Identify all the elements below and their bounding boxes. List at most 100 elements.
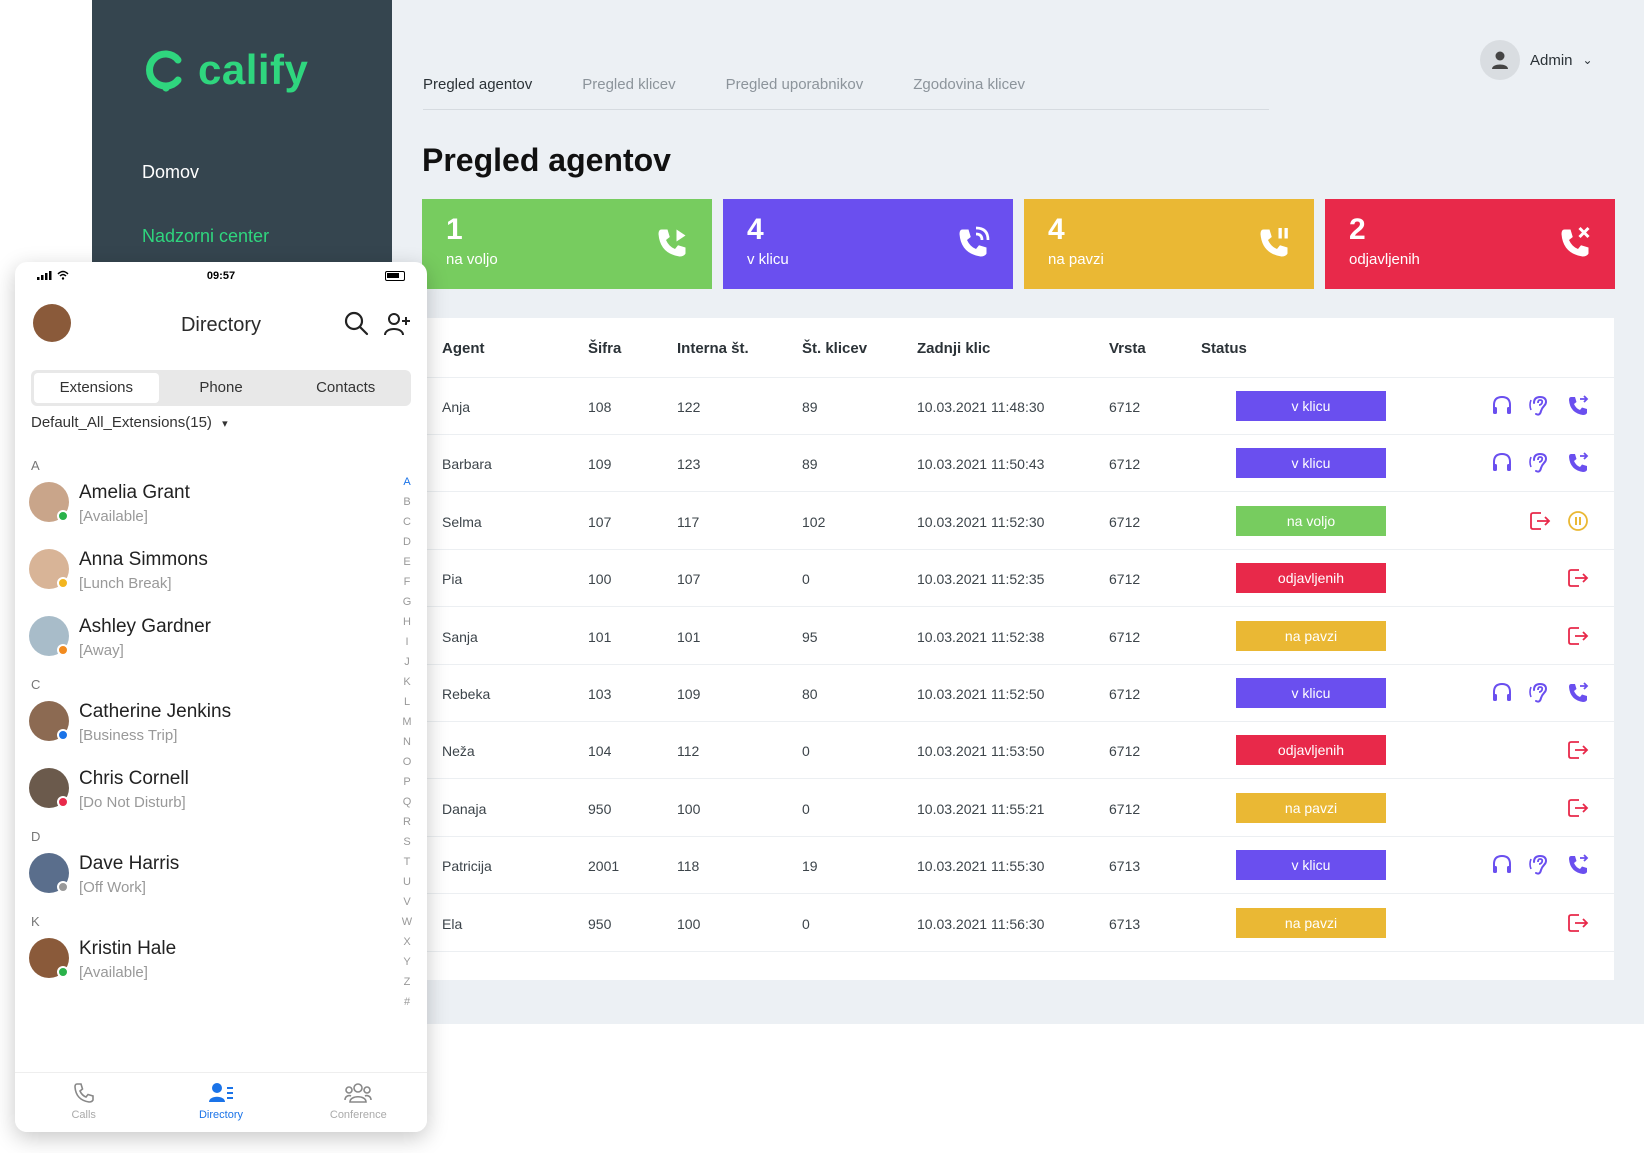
phone-transfer-button[interactable] [1566, 681, 1590, 705]
phone-transfer-icon [1569, 452, 1589, 473]
user-menu[interactable]: Admin ⌄ [1480, 40, 1593, 80]
logout-button[interactable] [1566, 624, 1590, 648]
extensions-filter-dropdown[interactable]: Default_All_Extensions(15) ▾ [31, 414, 228, 431]
nav-directory-label: Directory [198, 1109, 243, 1121]
stat-card-value: 4 [1048, 213, 1065, 246]
table-row[interactable]: Barbara 109 123 89 10.03.2021 11:50:43 6712 v … [422, 435, 1614, 493]
logout-button[interactable] [1528, 509, 1552, 533]
alphabet-letter[interactable]: T [401, 855, 413, 869]
table-row[interactable]: Danaja 950 100 0 10.03.2021 11:55:21 6712 na p… [422, 780, 1614, 837]
header-vrsta[interactable]: Vrsta [1109, 340, 1146, 357]
alphabet-letter[interactable]: A [401, 475, 413, 489]
tab-pregled-klicev[interactable]: Pregled klicev [582, 64, 675, 109]
alphabet-letter[interactable]: L [401, 695, 413, 709]
alphabet-letter[interactable]: N [401, 735, 413, 749]
ear-button[interactable] [1528, 394, 1552, 418]
ear-button[interactable] [1528, 451, 1552, 475]
list-item[interactable]: Kristin Hale [Available] [29, 928, 389, 988]
alphabet-letter[interactable]: I [401, 635, 413, 649]
header-sifra[interactable]: Šifra [588, 340, 621, 357]
logout-button[interactable] [1566, 796, 1590, 820]
list-item[interactable]: Anna Simmons [Lunch Break] [29, 539, 389, 599]
alphabet-letter[interactable]: E [401, 555, 413, 569]
sidebar-item-domov[interactable]: Domov [142, 162, 199, 183]
alphabet-letter[interactable]: D [401, 535, 413, 549]
tab-zgodovina-klicev[interactable]: Zgodovina klicev [913, 64, 1025, 109]
nav-calls[interactable]: Calls [15, 1073, 152, 1132]
ear-button[interactable] [1528, 681, 1552, 705]
headset-button[interactable] [1490, 681, 1514, 705]
nav-conference[interactable]: Conference [290, 1073, 427, 1132]
sidebar-item-nadzorni-center[interactable]: Nadzorni center [142, 226, 269, 247]
table-row[interactable]: Rebeka 103 109 80 10.03.2021 11:52:50 6712 v k… [422, 665, 1614, 722]
header-status[interactable]: Status [1201, 340, 1247, 357]
alphabet-letter[interactable]: J [401, 655, 413, 669]
alphabet-letter[interactable]: O [401, 755, 413, 769]
alphabet-letter[interactable]: Z [401, 975, 413, 989]
alphabet-letter[interactable]: U [401, 875, 413, 889]
phone-transfer-button[interactable] [1566, 394, 1590, 418]
phone-transfer-button[interactable] [1566, 853, 1590, 877]
tab-pregled-uporabnikov[interactable]: Pregled uporabnikov [726, 64, 864, 109]
table-row[interactable]: Ela 950 100 0 10.03.2021 11:56:30 6713 na pavz… [422, 895, 1614, 952]
pause-button[interactable] [1566, 509, 1590, 533]
alphabet-letter[interactable]: V [401, 895, 413, 909]
alphabet-letter[interactable]: R [401, 815, 413, 829]
list-item[interactable]: Catherine Jenkins [Business Trip] [29, 691, 389, 751]
list-item[interactable]: Ashley Gardner [Away] [29, 606, 389, 666]
alphabet-letter[interactable]: H [401, 615, 413, 629]
phone-transfer-button[interactable] [1566, 451, 1590, 475]
alphabet-letter[interactable]: G [401, 595, 413, 609]
logout-button[interactable] [1566, 738, 1590, 762]
alphabet-letter[interactable]: X [401, 935, 413, 949]
alphabet-index[interactable]: A B C D E F G H I J K L M N O P Q R S T U V W X Y Z # [401, 475, 413, 1009]
cell-vrsta: 6712 [1109, 399, 1141, 415]
cell-sifra: 101 [588, 628, 612, 645]
stat-card-v-klicu[interactable]: 4 v klicu [723, 199, 1013, 289]
alphabet-letter[interactable]: F [401, 575, 413, 589]
stat-card-na-voljo[interactable]: 1 na voljo [422, 199, 712, 289]
alphabet-letter[interactable]: # [401, 995, 413, 1009]
stat-card-na-pavzi[interactable]: 4 na pavzi [1024, 199, 1314, 289]
alphabet-letter[interactable]: W [401, 915, 413, 929]
tab-pregled-agentov[interactable]: Pregled agentov [423, 64, 532, 109]
alphabet-letter[interactable]: Y [401, 955, 413, 969]
header-zadnji-klic[interactable]: Zadnji klic [917, 340, 990, 357]
ear-button[interactable] [1528, 853, 1552, 877]
headset-button[interactable] [1490, 394, 1514, 418]
headset-button[interactable] [1490, 451, 1514, 475]
alphabet-letter[interactable]: S [401, 835, 413, 849]
logo[interactable]: calify [142, 46, 308, 94]
alphabet-letter[interactable]: K [401, 675, 413, 689]
table-row[interactable]: Anja 108 122 89 10.03.2021 11:48:30 6712 v kli… [422, 378, 1614, 435]
cell-zadnji: 10.03.2021 11:53:50 [917, 743, 1045, 760]
alphabet-letter[interactable]: Q [401, 795, 413, 809]
alphabet-letter[interactable]: P [401, 775, 413, 789]
table-row[interactable]: Sanja 101 101 95 10.03.2021 11:52:38 6712 na p… [422, 608, 1614, 665]
table-row[interactable]: Pia 100 107 0 10.03.2021 11:52:35 6712 odjavlj… [422, 550, 1614, 608]
alphabet-letter[interactable]: B [401, 495, 413, 509]
logout-button[interactable] [1566, 911, 1590, 935]
alphabet-letter[interactable]: M [401, 715, 413, 729]
segment-contacts[interactable]: Contacts [283, 373, 408, 403]
table-row[interactable]: Neža 104 112 0 10.03.2021 11:53:50 6712 odjavl… [422, 722, 1614, 780]
list-item[interactable]: Chris Cornell [Do Not Disturb] [29, 758, 389, 818]
header-interna[interactable]: Interna št. [677, 340, 749, 357]
add-user-icon[interactable] [383, 310, 411, 338]
table-row[interactable]: Selma 107 117 102 10.03.2021 11:52:30 6712 na … [422, 493, 1614, 550]
header-st-klicev[interactable]: Št. klicev [802, 340, 867, 357]
segment-extensions[interactable]: Extensions [34, 373, 159, 403]
list-item[interactable]: Dave Harris [Off Work] [29, 843, 389, 903]
header-agent[interactable]: Agent [442, 340, 485, 357]
list-item[interactable]: Amelia Grant [Available] [29, 472, 389, 532]
chevron-down-icon: ⌄ [1582, 53, 1593, 67]
headset-button[interactable] [1490, 853, 1514, 877]
logout-button[interactable] [1566, 566, 1590, 590]
stat-card-odjavljenih[interactable]: 2 odjavljenih [1325, 199, 1615, 289]
search-icon[interactable] [343, 310, 369, 336]
table-row[interactable]: Patricija 2001 118 19 10.03.2021 11:55:30 671… [422, 837, 1614, 895]
segment-phone[interactable]: Phone [159, 373, 284, 403]
nav-directory[interactable]: Directory [152, 1073, 289, 1132]
alphabet-letter[interactable]: C [401, 515, 413, 529]
table-header: Agent Šifra Interna št. Št. klicev Zadnj… [422, 318, 1614, 378]
